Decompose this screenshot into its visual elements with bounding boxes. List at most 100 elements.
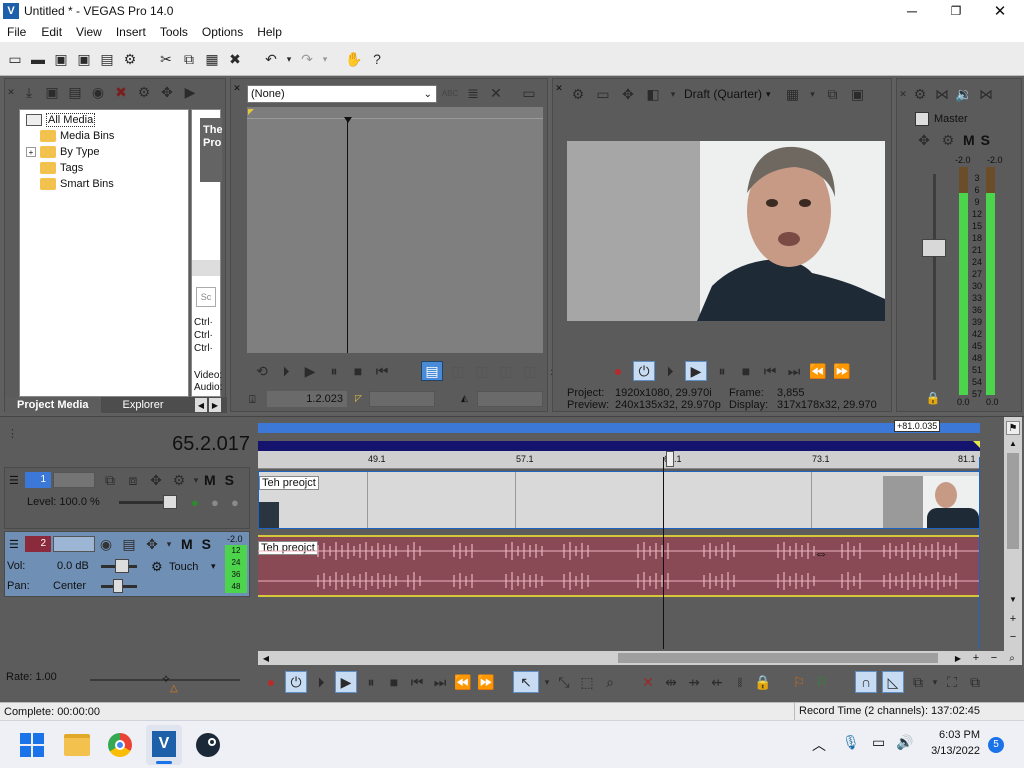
ignore-grouping-icon[interactable]: ⧉ [966,673,984,691]
scroll-left-icon[interactable]: ◀ [260,652,272,664]
clock-time[interactable]: 6:03 PM [926,729,980,741]
tab-scroll-right-icon[interactable]: ▶ [209,398,221,412]
collapse-track-icon[interactable]: ☰ [9,474,21,487]
menu-tools[interactable]: Tools [153,25,195,39]
menu-file[interactable]: File [0,25,34,39]
next-frame-icon[interactable]: ⏩ [833,362,851,380]
lock-icon[interactable]: 🔒 [924,389,942,407]
delete-icon[interactable]: ✖ [226,50,244,68]
vol-slider-handle[interactable] [115,559,129,573]
play-icon[interactable]: ▶ [181,83,199,101]
automation-dropdown-icon[interactable]: ▾ [211,561,216,572]
undo-icon[interactable]: ↶ [262,50,280,68]
master-fader-handle[interactable] [922,239,946,257]
track-name-field[interactable] [53,472,95,488]
save-as-icon[interactable]: ▣ [75,50,93,68]
network-icon[interactable]: ▭ [872,734,885,751]
properties-gear-icon[interactable]: ⚙ [121,50,139,68]
track-name-field[interactable] [53,536,95,552]
split-dropdown-icon[interactable]: ▾ [669,85,677,103]
delete-icon[interactable]: ✕ [639,673,657,691]
trimmer-window-icon[interactable]: ▭ [520,84,538,102]
start-windows-icon[interactable] [20,733,44,757]
go-to-end-icon[interactable]: ⏭ [785,362,803,380]
play-from-start-icon[interactable]: ⏵ [661,362,679,380]
playhead-handle[interactable] [666,451,674,467]
panel-close-icon[interactable]: ✕ [7,83,15,101]
rate-slider-handle[interactable]: ⟡ [162,671,170,686]
video-mute-button[interactable]: M [204,472,216,488]
close-button[interactable]: ✕ [978,0,1022,22]
play-icon[interactable]: ▶ [301,362,319,380]
pause-icon[interactable]: ⏸ [325,362,343,380]
maximize-button[interactable]: ❐ [934,0,978,22]
envelope-tool-icon[interactable]: ⤡ [555,673,573,691]
preview-properties-gear-icon[interactable]: ⚙ [569,85,587,103]
render-icon[interactable]: ▤ [98,50,116,68]
add-to-timeline-after-icon[interactable]: ◫ [473,362,491,380]
mixer-properties-gear-icon[interactable]: ⚙ [911,85,929,103]
automation-mode[interactable]: Touch [169,561,198,573]
auto-ripple-icon[interactable]: ⧉ [909,673,927,691]
audio-event-clip[interactable]: Teh preojct ⇔ [258,535,980,597]
trimmer-cursor[interactable] [347,119,348,353]
panel-close-icon[interactable]: ✕ [233,83,241,93]
redo-icon[interactable]: ↷ [298,50,316,68]
save-icon[interactable]: ▣ [52,50,70,68]
vegas-taskbar-icon[interactable]: V [146,725,182,765]
snapping-magnet-icon[interactable]: ∩ [855,671,877,693]
master-fx-chain-icon[interactable]: ✥ [915,131,933,149]
tree-all-media[interactable]: All Media [26,112,114,128]
notification-badge[interactable]: 5 [988,737,1004,753]
add-to-timeline-icon[interactable]: ≣ [464,84,482,102]
trim-icon[interactable]: ⇹ [662,673,680,691]
auto-ripple-dropdown-icon[interactable]: ▾ [932,673,938,691]
play-icon[interactable]: ▶ [335,671,357,693]
go-to-start-icon[interactable]: ⏮ [373,362,391,380]
arm-record-icon[interactable]: ◉ [97,535,115,553]
insert-region-icon[interactable]: ⚐ [813,673,831,691]
trimmer-more-icon[interactable]: ◫ [521,362,539,380]
go-to-start-icon[interactable]: ⏮ [761,362,779,380]
zoom-tool-icon[interactable]: ⌕ [601,673,619,691]
automation-gear-icon[interactable]: ⚙ [151,559,163,575]
loop-playback-icon[interactable]: ⏻ [285,671,307,693]
go-to-start-icon[interactable]: ⏮ [408,673,426,691]
timeline-vscrollbar[interactable]: ⚑ ▲ ▼ + − [1004,417,1022,657]
tab-explorer[interactable]: Explorer [111,397,176,413]
lock-envelopes-icon[interactable]: ⛶ [943,673,961,691]
preview-quality-dropdown[interactable]: Draft (Quarter) ▾ [684,87,771,101]
pause-icon[interactable]: ⏸ [713,362,731,380]
loop-playback-icon[interactable]: ⏻ [633,361,655,381]
zoom-out-icon[interactable]: − [1006,631,1020,643]
fit-to-fill-icon[interactable]: ◫ [497,362,515,380]
scroll-up-icon[interactable]: ▲ [1006,437,1020,449]
previous-frame-icon[interactable]: ⏪ [454,673,472,691]
split-screen-icon[interactable]: ◧ [644,85,662,103]
auto-crossfade-icon[interactable]: ◺ [882,671,904,693]
chrome-icon[interactable] [108,733,132,757]
track-fx-icon[interactable]: ▤ [120,535,138,553]
master-solo-button[interactable]: S [981,132,990,148]
new-project-icon[interactable]: ▭ [6,50,24,68]
tree-media-bins[interactable]: Media Bins [40,128,114,144]
track-properties-icon[interactable]: ✥ [143,535,161,553]
spell-check-abc-icon[interactable]: ABC [441,84,459,102]
menu-view[interactable]: View [69,25,109,39]
go-to-end-icon[interactable]: ⏭ [431,673,449,691]
play-from-start-icon[interactable]: ⏵ [312,673,330,691]
play-from-start-icon[interactable]: ⏵ [277,362,295,380]
save-snapshot-icon[interactable]: ▣ [849,85,867,103]
track-properties-gear-icon[interactable]: ⚙ [170,471,188,489]
paste-icon[interactable]: ▦ [203,50,221,68]
overlays-grid-icon[interactable]: ▦ [784,85,802,103]
web-icon[interactable]: ◉ [89,83,107,101]
video-event-clip[interactable]: Teh preojct [258,471,980,529]
selection-tool-icon[interactable]: ⬚ [578,673,596,691]
copy-icon[interactable]: ⧉ [180,50,198,68]
master-fx-icon[interactable]: ⋈ [977,85,995,103]
trim-end-icon[interactable]: ⇷ [708,673,726,691]
expand-icon[interactable]: + [26,147,36,157]
tab-project-media[interactable]: Project Media [5,397,101,413]
import-media-icon[interactable]: ⤓ [20,83,38,101]
